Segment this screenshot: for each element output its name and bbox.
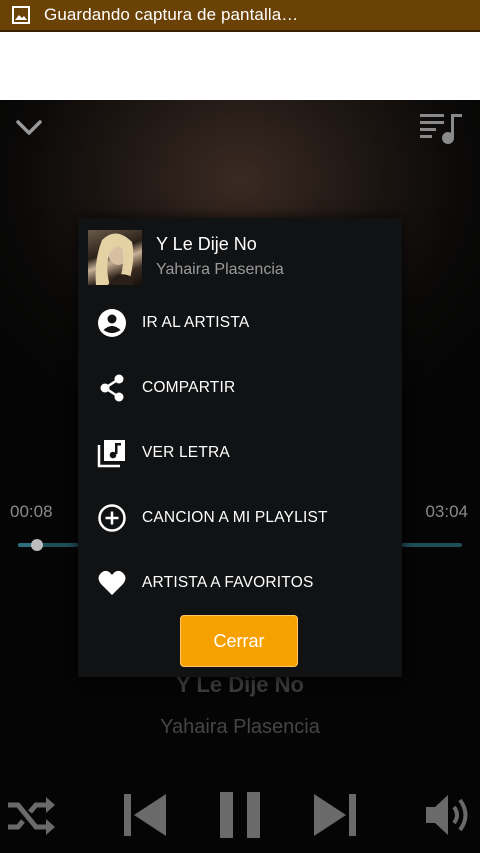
pause-icon[interactable] [216,790,264,840]
heart-icon [98,570,126,595]
elapsed-time: 00:08 [10,502,53,521]
dialog-header: Y Le Dije No Yahaira Plasencia [78,218,402,290]
menu-item-label: CANCION A MI PLAYLIST [142,509,328,526]
dialog-artist: Yahaira Plasencia [156,261,284,278]
queue-music-icon[interactable] [418,110,466,146]
seek-bar-thumb[interactable] [31,539,44,551]
menu-item-label: IR AL ARTISTA [142,314,250,331]
total-time: 03:04 [425,502,468,521]
account-circle-icon [98,309,126,337]
volume-icon[interactable] [424,792,474,838]
menu-item-go-to-artist[interactable]: IR AL ARTISTA [78,291,402,355]
image-icon [12,6,30,24]
close-button[interactable]: Cerrar [180,615,298,667]
chevron-down-icon[interactable] [14,112,44,142]
next-track-icon[interactable] [312,792,358,838]
add-circle-icon [98,504,126,532]
menu-item-label: ARTISTA A FAVORITOS [142,574,314,591]
menu-item-artist-favorite[interactable]: ARTISTA A FAVORITOS [78,551,402,615]
share-icon [100,374,124,402]
previous-track-icon[interactable] [122,792,168,838]
song-artist: Yahaira Plasencia [160,716,320,738]
album-art [88,230,142,285]
app-header-band [0,32,480,100]
menu-item-label: COMPARTIR [142,379,236,396]
dialog-song-title: Y Le Dije No [156,234,257,254]
menu-item-view-lyrics[interactable]: VER LETRA [78,421,402,485]
shuffle-icon[interactable] [6,795,56,839]
menu-item-share[interactable]: COMPARTIR [78,356,402,420]
notification-text: Guardando captura de pantalla… [44,5,299,24]
menu-item-add-to-playlist[interactable]: CANCION A MI PLAYLIST [78,486,402,550]
status-bar: Guardando captura de pantalla… [0,0,480,32]
lyrics-icon [97,440,125,468]
menu-item-label: VER LETRA [142,444,230,461]
song-options-dialog: Y Le Dije No Yahaira Plasencia IR AL ART… [78,218,402,677]
